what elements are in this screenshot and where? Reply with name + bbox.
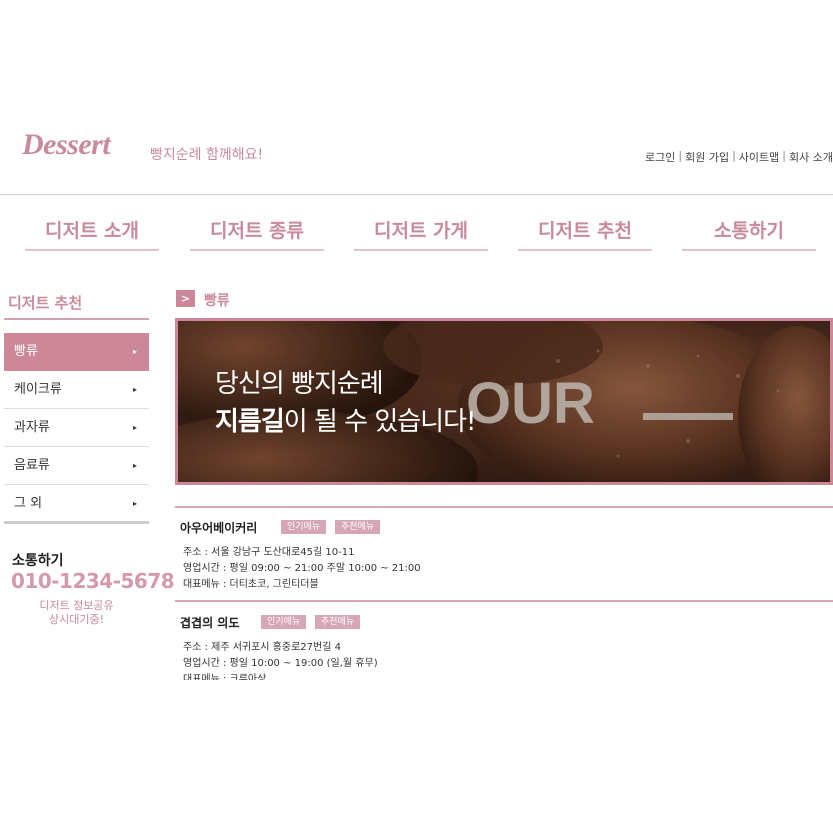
store-hours: 영업시간 : 평일 10:00 ~ 19:00 (일,월 휴무) <box>183 658 378 669</box>
separator: | <box>782 149 786 162</box>
banner-headline-2: 지름길이 될 수 있습니다! <box>215 401 477 438</box>
sidebar-item-drink[interactable]: 음료류 ▸ <box>4 447 149 485</box>
nav-dessert-types[interactable]: 디저트 종류 <box>190 216 324 251</box>
chevron-right-icon: ▸ <box>132 499 137 508</box>
sidebar-item-label: 과자류 <box>14 420 50 435</box>
store-name[interactable]: 아우어베이커리 <box>180 519 257 536</box>
nav-dessert-recommend[interactable]: 디저트 추천 <box>518 216 652 251</box>
store-divider <box>175 600 833 602</box>
separator: | <box>732 149 736 162</box>
utility-nav: 로그인 | 회원 가입 | 사이트맵 | 회사 소개 <box>645 149 833 165</box>
header-divider <box>0 194 833 195</box>
nav-community[interactable]: 소통하기 <box>682 216 816 251</box>
breadcrumb-icon: > <box>176 290 195 307</box>
main-nav: 디저트 소개 디저트 종류 디저트 가게 디저트 추천 소통하기 <box>0 216 833 256</box>
recommended-menu-tag[interactable]: 추천메뉴 <box>335 520 381 534</box>
viewport-cutoff <box>0 680 833 833</box>
sidebar-item-label: 음료류 <box>14 458 50 473</box>
banner-highlight: 지름길 <box>215 407 285 437</box>
store-divider <box>175 506 833 508</box>
nav-dessert-intro[interactable]: 디저트 소개 <box>25 216 159 251</box>
store-name[interactable]: 겹겹의 의도 <box>180 614 239 631</box>
sidebar-item-bread[interactable]: 빵류 ▸ <box>4 333 149 371</box>
chevron-right-icon: ▸ <box>132 385 137 394</box>
banner-headline-1: 당신의 빵지순례 <box>215 369 384 399</box>
hero-banner: OUR 당신의 빵지순례 지름길이 될 수 있습니다! <box>175 318 833 485</box>
contact-title: 소통하기 <box>12 553 64 569</box>
sidebar-bottom-divider <box>4 521 149 524</box>
sidebar-menu: 빵류 ▸ 케이크류 ▸ 과자류 ▸ 음료류 ▸ 그 외 ▸ <box>4 333 149 523</box>
contact-line-2: 상시대기중! <box>48 613 104 626</box>
store-info: 주소 : 서울 강남구 도산대로45길 10-11 영업시간 : 평일 09:0… <box>183 545 421 593</box>
sidebar-title: 디저트 추천 <box>8 294 83 312</box>
chevron-right-icon: ▸ <box>132 423 137 432</box>
sidebar-item-label: 케이크류 <box>14 382 62 397</box>
site-logo[interactable]: Dessert <box>22 128 111 162</box>
store-menu: 대표메뉴 : 더티초코, 그린티더블 <box>183 579 319 590</box>
store-hours: 영업시간 : 평일 09:00 ~ 21:00 주말 10:00 ~ 21:00 <box>183 563 421 574</box>
signup-link[interactable]: 회원 가입 <box>685 149 729 165</box>
sidebar-item-label: 빵류 <box>14 344 38 359</box>
sidebar-item-label: 그 외 <box>14 496 43 511</box>
contact-description: 디저트 정보공유 상시대기중! <box>4 599 149 627</box>
site-tagline: 빵지순례 함께해요! <box>150 147 264 163</box>
banner-headline-rest: 이 될 수 있습니다! <box>283 407 477 437</box>
separator: | <box>678 149 683 162</box>
sidebar-item-etc[interactable]: 그 외 ▸ <box>4 485 149 523</box>
store-address: 주소 : 서울 강남구 도산대로45길 10-11 <box>183 547 355 558</box>
popular-menu-tag[interactable]: 인기메뉴 <box>261 615 307 629</box>
sidebar-item-cake[interactable]: 케이크류 ▸ <box>4 371 149 409</box>
chevron-right-icon: ▸ <box>132 347 137 356</box>
contact-line-1: 디저트 정보공유 <box>39 599 114 612</box>
nav-dessert-shops[interactable]: 디저트 가게 <box>354 216 488 251</box>
chevron-right-icon: ▸ <box>132 461 137 470</box>
sidebar-title-divider <box>4 318 149 320</box>
company-link[interactable]: 회사 소개 <box>789 149 833 165</box>
sidebar-item-snack[interactable]: 과자류 ▸ <box>4 409 149 447</box>
login-link[interactable]: 로그인 <box>645 149 675 165</box>
recommended-menu-tag[interactable]: 추천메뉴 <box>315 615 361 629</box>
popular-menu-tag[interactable]: 인기메뉴 <box>281 520 327 534</box>
contact-phone: 010-1234-5678 <box>11 569 175 593</box>
page-title: 빵류 <box>204 293 230 309</box>
sitemap-link[interactable]: 사이트맵 <box>739 149 779 165</box>
store-address: 주소 : 제주 서귀포시 홍중로27번길 4 <box>183 642 341 653</box>
